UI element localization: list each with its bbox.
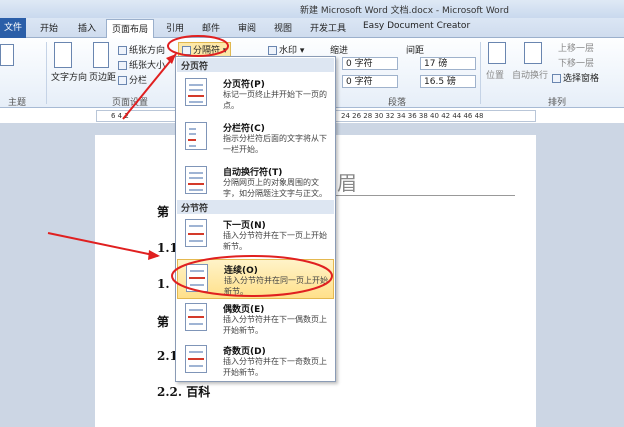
continuous-icon <box>186 264 208 292</box>
window-title: 新建 Microsoft Word 文档.docx - Microsoft Wo… <box>300 6 509 16</box>
menu-item-column-break[interactable]: 分栏符(C) 指示分栏符后面的文字将从下一栏开始。 <box>177 118 334 162</box>
ruler-left-marks: 6 4 2 <box>111 112 129 120</box>
menu-item-desc: 指示分栏符后面的文字将从下一栏开始。 <box>223 134 327 154</box>
menu-item-next-page[interactable]: 下一页(N) 插入分节符并在下一页上开始新节。 <box>177 215 334 259</box>
ruler-right-marks: 24 26 28 30 32 34 36 38 40 42 44 46 48 <box>341 112 484 120</box>
orientation-label: 纸张方向 <box>129 46 166 56</box>
menu-item-desc: 分隔网页上的对象周围的文字，如分隔题注文字与正文。 <box>223 178 327 198</box>
even-page-icon <box>185 303 207 331</box>
odd-page-icon <box>185 345 207 373</box>
margins-button[interactable]: 页边距 <box>89 70 116 83</box>
menu-item-even-page[interactable]: 偶数页(E) 插入分节符并在下一偶数页上开始新节。 <box>177 299 334 341</box>
tab-home[interactable]: 开始 <box>40 21 58 34</box>
text-direction-icon[interactable] <box>54 42 72 68</box>
section-breaks-section-header: 分节符 <box>177 200 334 214</box>
tab-easy-document-creator[interactable]: Easy Document Creator <box>363 21 470 31</box>
doc-line: 2.2. 百科 <box>157 385 211 399</box>
indent-label: 缩进 <box>330 46 349 56</box>
divider <box>46 42 47 104</box>
indent-left-input[interactable]: 0 字符 <box>342 57 398 70</box>
page-breaks-section-header: 分页符 <box>177 58 334 72</box>
ribbon-tabs: 文件 开始 插入 页面布局 引用 邮件 审阅 视图 开发工具 Easy Docu… <box>0 18 624 38</box>
tab-developer[interactable]: 开发工具 <box>310 21 346 34</box>
columns-button[interactable]: 分栏 <box>118 73 147 86</box>
paragraph-group-label: 段落 <box>388 98 407 108</box>
watermark-label: 水印 <box>279 46 298 56</box>
menu-item-desc: 标记一页终止并开始下一页的点。 <box>223 90 327 110</box>
page-setup-group-label: 页面设置 <box>112 98 149 108</box>
doc-line: 第 <box>157 205 170 219</box>
position-icon[interactable] <box>488 42 506 64</box>
tab-page-layout[interactable]: 页面布局 <box>106 19 155 38</box>
selection-pane-label: 选择窗格 <box>563 74 600 84</box>
columns-label: 分栏 <box>129 76 148 86</box>
theme-icon[interactable] <box>0 44 14 66</box>
breaks-dropdown-menu: 分页符 分页符(P) 标记一页终止并开始下一页的点。 分栏符(C) 指示分栏符后… <box>175 56 336 382</box>
text-direction-button[interactable]: 文字方向 <box>51 70 87 83</box>
orientation-icon <box>118 46 127 55</box>
menu-item-desc: 插入分节符并在下一页上开始新节。 <box>223 231 327 251</box>
size-button[interactable]: 纸张大小 <box>118 58 165 71</box>
menu-item-desc: 插入分节符并在同一页上开始新节。 <box>224 276 328 296</box>
menu-item-page-break[interactable]: 分页符(P) 标记一页终止并开始下一页的点。 <box>177 74 334 118</box>
menu-item-desc: 插入分节符并在下一偶数页上开始新节。 <box>223 315 327 335</box>
tab-review[interactable]: 审阅 <box>238 21 256 34</box>
spacing-after-input[interactable]: 16.5 磅 <box>420 75 476 88</box>
watermark-button[interactable]: 水印 ▾ <box>268 43 304 56</box>
selection-pane-icon <box>552 74 561 83</box>
menu-item-odd-page[interactable]: 奇数页(D) 插入分节符并在下一奇数页上开始新节。 <box>177 341 334 381</box>
theme-group-label: 主题 <box>8 98 27 108</box>
doc-line: 第 <box>157 315 170 329</box>
menu-item-desc: 插入分节符并在下一奇数页上开始新节。 <box>223 357 327 377</box>
wrap-text-icon[interactable] <box>524 42 542 64</box>
size-icon <box>118 61 127 70</box>
arrange-group-label: 排列 <box>548 98 567 108</box>
selection-pane-button[interactable]: 选择窗格 <box>552 71 599 84</box>
tab-view[interactable]: 视图 <box>274 21 292 34</box>
watermark-icon <box>268 46 277 55</box>
tab-references[interactable]: 引用 <box>166 21 184 34</box>
text-wrapping-break-icon <box>185 166 207 194</box>
menu-item-continuous[interactable]: 连续(O) 插入分节符并在同一页上开始新节。 <box>177 259 334 299</box>
doc-line: 1. <box>157 277 170 291</box>
spacing-before-input[interactable]: 17 磅 <box>420 57 476 70</box>
tab-insert[interactable]: 插入 <box>78 21 96 34</box>
breaks-icon <box>182 46 191 55</box>
next-page-icon <box>185 219 207 247</box>
breaks-button[interactable]: 分隔符 ▾ <box>178 42 232 57</box>
tab-mailings[interactable]: 邮件 <box>202 21 220 34</box>
wrap-text-button[interactable]: 自动换行 <box>512 68 548 81</box>
columns-icon <box>118 76 127 85</box>
bring-forward-button[interactable]: 上移一层 <box>558 41 594 54</box>
tab-file[interactable]: 文件 <box>0 18 26 38</box>
spacing-label: 间距 <box>406 46 425 56</box>
column-break-icon <box>185 122 207 150</box>
margins-icon[interactable] <box>93 42 109 68</box>
page-header-text: 眉 <box>337 171 357 195</box>
position-button[interactable]: 位置 <box>486 68 504 81</box>
title-bar: 新建 Microsoft Word 文档.docx - Microsoft Wo… <box>0 0 624 18</box>
size-label: 纸张大小 <box>129 61 166 71</box>
send-backward-button[interactable]: 下移一层 <box>558 56 594 69</box>
breaks-label: 分隔符 <box>193 46 221 56</box>
indent-right-input[interactable]: 0 字符 <box>342 75 398 88</box>
page-break-icon <box>185 78 207 106</box>
divider <box>480 42 481 104</box>
orientation-button[interactable]: 纸张方向 <box>118 43 165 56</box>
